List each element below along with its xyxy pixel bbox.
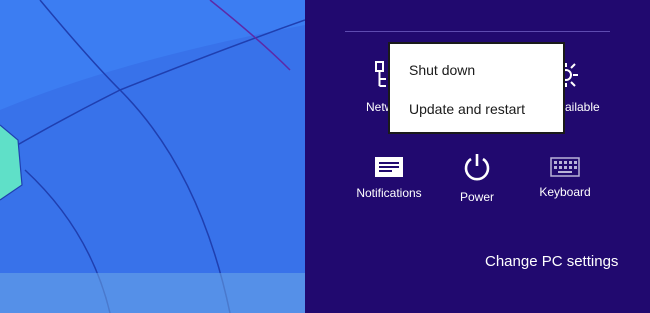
shut-down-menu-item[interactable]: Shut down — [409, 62, 475, 78]
desktop-wallpaper — [0, 0, 305, 313]
divider — [345, 31, 610, 32]
brightness-tile-label: ailable — [565, 100, 600, 114]
power-label: Power — [459, 190, 494, 204]
notifications-label: Notifications — [356, 186, 422, 200]
update-and-restart-menu-item[interactable]: Update and restart — [409, 101, 525, 117]
change-pc-settings-link[interactable]: Change PC settings — [485, 253, 618, 270]
power-tile[interactable]: Power — [455, 152, 499, 204]
power-icon — [464, 154, 490, 181]
notifications-tile[interactable]: Notifications — [353, 156, 425, 200]
keyboard-tile[interactable]: Keyboard — [537, 157, 593, 199]
wallpaper-art — [0, 0, 305, 313]
keyboard-label: Keyboard — [539, 185, 591, 199]
taskbar[interactable] — [0, 273, 305, 313]
keyboard-icon — [550, 157, 580, 177]
power-options-menu: Shut down Update and restart — [388, 42, 565, 134]
notifications-icon — [375, 157, 403, 177]
